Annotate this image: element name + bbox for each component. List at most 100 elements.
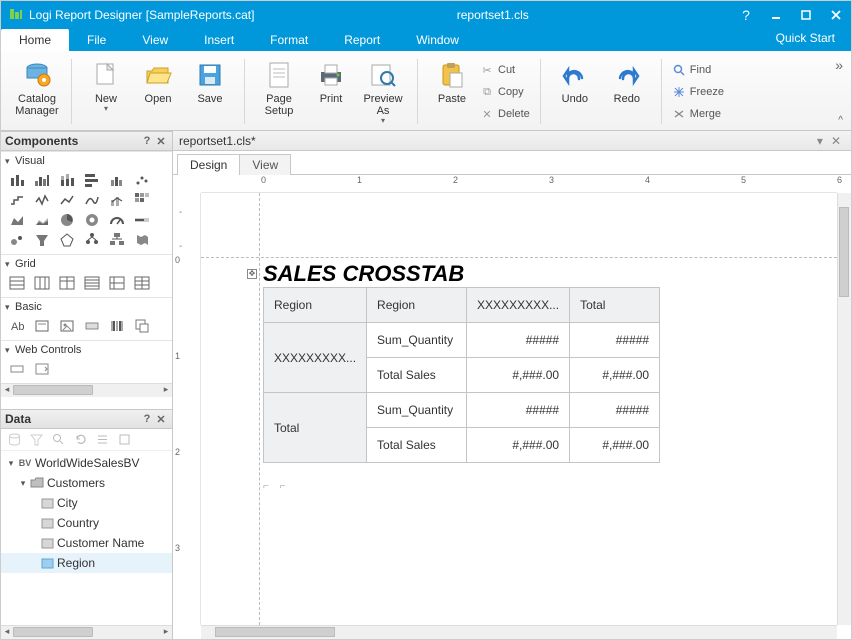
grid1-icon[interactable]	[9, 275, 25, 291]
grid4-icon[interactable]	[84, 275, 100, 291]
redo-button[interactable]: Redo	[601, 57, 653, 105]
web-ctrl2-icon[interactable]	[34, 361, 50, 377]
open-button[interactable]: Open	[132, 57, 184, 105]
label-icon[interactable]: Ab	[9, 318, 25, 334]
col-header-region1[interactable]: Region	[264, 288, 367, 323]
find-button[interactable]: Find	[670, 59, 726, 81]
tab-home[interactable]: Home	[1, 29, 69, 51]
spline-icon[interactable]	[84, 192, 100, 208]
tab-format[interactable]: Format	[252, 29, 326, 51]
cell-value[interactable]: #####	[570, 393, 660, 428]
preview-as-button[interactable]: Preview As ▾	[357, 57, 409, 126]
row-group-placeholder[interactable]: XXXXXXXXX...	[264, 323, 367, 393]
undo-button[interactable]: Undo	[549, 57, 601, 105]
ribbon-collapse-icon[interactable]: ^	[838, 115, 843, 126]
measure-label[interactable]: Sum_Quantity	[367, 323, 467, 358]
minimize-button[interactable]	[761, 1, 791, 29]
area-icon[interactable]	[9, 212, 25, 228]
data-hscroll[interactable]: ◂▸	[1, 625, 172, 639]
page-setup-button[interactable]: Page Setup	[253, 57, 305, 117]
copy-button[interactable]: ⧉Copy	[478, 81, 532, 103]
filter-icon[interactable]	[29, 433, 43, 447]
cell-value[interactable]: #####	[467, 323, 570, 358]
refresh-icon[interactable]	[73, 433, 87, 447]
grid5-icon[interactable]	[109, 275, 125, 291]
panel-help-icon[interactable]: ?	[140, 135, 154, 147]
tab-window[interactable]: Window	[398, 29, 477, 51]
mode-tab-view[interactable]: View	[239, 154, 291, 175]
org-icon[interactable]	[109, 232, 125, 248]
search-icon[interactable]	[51, 433, 65, 447]
tab-menu-icon[interactable]: ▾	[813, 134, 827, 148]
col-header-region2[interactable]: Region	[367, 288, 467, 323]
cell-value[interactable]: #,###.00	[570, 358, 660, 393]
grid6-icon[interactable]	[134, 275, 150, 291]
heat-icon[interactable]	[134, 192, 150, 208]
panel-close-icon[interactable]: ✕	[154, 413, 168, 426]
freeze-button[interactable]: Freeze	[670, 81, 726, 103]
field-icon[interactable]	[84, 318, 100, 334]
tree-customers[interactable]: ▾ Customers	[1, 473, 172, 493]
list-icon[interactable]	[95, 433, 109, 447]
bench-chart-icon[interactable]	[109, 172, 125, 188]
merge-button[interactable]: Merge	[670, 103, 726, 125]
image-icon[interactable]	[59, 318, 75, 334]
col-header-total[interactable]: Total	[570, 288, 660, 323]
section-basic[interactable]: ▾Basic	[1, 298, 172, 316]
crosstab-table[interactable]: Region Region XXXXXXXXX... Total XXXXXXX…	[263, 287, 660, 463]
print-button[interactable]: Print	[305, 57, 357, 105]
crosstab-move-handle-icon[interactable]: ✥	[247, 269, 257, 279]
tab-insert[interactable]: Insert	[186, 29, 252, 51]
help-button[interactable]: ?	[731, 1, 761, 29]
pie-icon[interactable]	[59, 212, 75, 228]
maximize-button[interactable]	[791, 1, 821, 29]
components-hscroll[interactable]: ◂▸	[1, 383, 172, 397]
step-icon[interactable]	[9, 192, 25, 208]
canvas-hscroll[interactable]	[201, 625, 837, 639]
tree-city[interactable]: City	[1, 493, 172, 513]
col-header-placeholder[interactable]: XXXXXXXXX...	[467, 288, 570, 323]
tree-root[interactable]: ▾ BV WorldWideSalesBV	[1, 453, 172, 473]
quick-start-link[interactable]: Quick Start	[776, 31, 835, 45]
section-visual[interactable]: ▾Visual	[1, 152, 172, 170]
column-chart-icon[interactable]	[34, 172, 50, 188]
section-web-controls[interactable]: ▾Web Controls	[1, 341, 172, 359]
web-ctrl1-icon[interactable]	[9, 361, 25, 377]
tree-icon[interactable]	[84, 232, 100, 248]
zigzag-icon[interactable]	[34, 192, 50, 208]
section-grid[interactable]: ▾Grid	[1, 255, 172, 273]
row-total-label[interactable]: Total	[264, 393, 367, 463]
measure-label[interactable]: Sum_Quantity	[367, 393, 467, 428]
tab-file[interactable]: File	[69, 29, 124, 51]
grid3-icon[interactable]	[59, 275, 75, 291]
tab-close-icon[interactable]: ✕	[827, 134, 845, 148]
scatter-icon[interactable]	[134, 172, 150, 188]
tree-country[interactable]: Country	[1, 513, 172, 533]
hbar-icon[interactable]	[84, 172, 100, 188]
catalog-manager-button[interactable]: Catalog Manager	[11, 57, 63, 117]
new-button[interactable]: New ▾	[80, 57, 132, 114]
cell-value[interactable]: #,###.00	[467, 428, 570, 463]
bubble-icon[interactable]	[9, 232, 25, 248]
barcode-icon[interactable]	[109, 318, 125, 334]
grid2-icon[interactable]	[34, 275, 50, 291]
radar-icon[interactable]	[59, 232, 75, 248]
document-tab[interactable]: reportset1.cls*	[179, 134, 256, 148]
ds-cylinder-icon[interactable]	[7, 433, 21, 447]
tree-customer-name[interactable]: Customer Name	[1, 533, 172, 553]
close-button[interactable]	[821, 1, 851, 29]
cell-value[interactable]: #,###.00	[570, 428, 660, 463]
tab-report[interactable]: Report	[326, 29, 398, 51]
combo-icon[interactable]	[109, 192, 125, 208]
measure-label[interactable]: Total Sales	[367, 358, 467, 393]
save-button[interactable]: Save	[184, 57, 236, 105]
cell-value[interactable]: #,###.00	[467, 358, 570, 393]
canvas-vscroll[interactable]	[837, 193, 851, 625]
cut-button[interactable]: ✂Cut	[478, 59, 532, 81]
design-canvas[interactable]: 0 1 2 3 4 5 6 - - 0 1 2 3	[173, 175, 851, 639]
bar-chart-icon[interactable]	[9, 172, 25, 188]
tree-region[interactable]: Region	[1, 553, 172, 573]
delete-button[interactable]: ✕Delete	[478, 103, 532, 125]
text-icon[interactable]	[34, 318, 50, 334]
stacked-bar-icon[interactable]	[59, 172, 75, 188]
